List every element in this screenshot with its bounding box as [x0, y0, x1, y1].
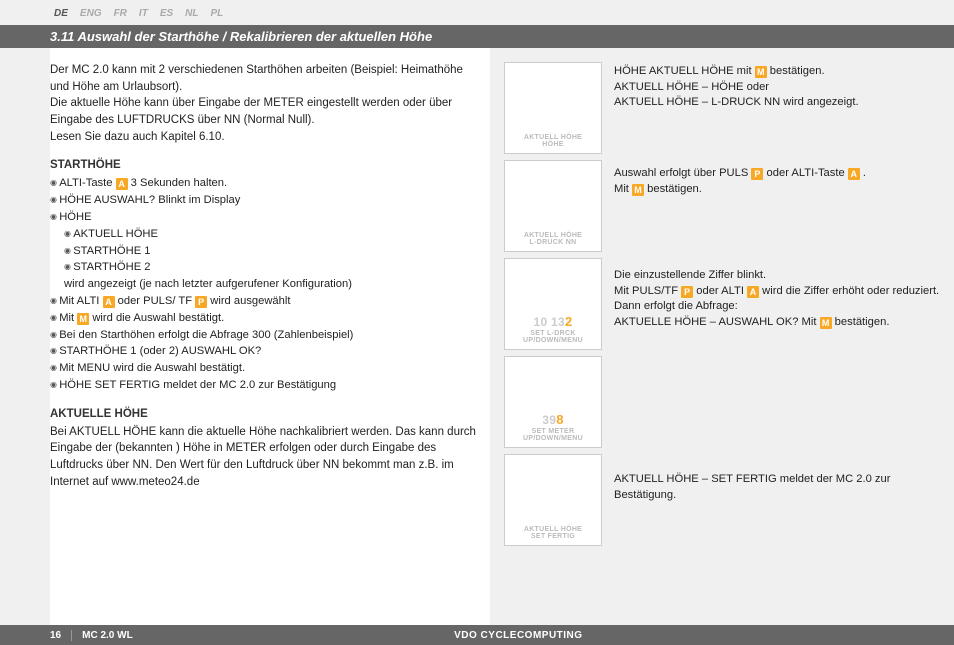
alti-key-icon: A — [116, 178, 128, 190]
lang-de[interactable]: DE — [50, 6, 72, 21]
lang-it[interactable]: IT — [135, 6, 152, 21]
puls-key-icon: P — [681, 286, 693, 298]
page-number: 16 — [50, 630, 72, 641]
section-title: 3.11 Auswahl der Starthöhe / Rekalibrier… — [0, 25, 954, 48]
language-bar: DE ENG FR IT ES NL PL — [0, 0, 954, 25]
subhead-starthoehe: STARTHÖHE — [50, 159, 476, 171]
device-screens-column: AKTUELL HÖHE HÖHE AKTUELL HÖHE L-DRUCK N… — [504, 62, 602, 546]
puls-key-icon: P — [751, 168, 763, 180]
device-screen: AKTUELL HÖHE L-DRUCK NN — [504, 160, 602, 252]
menu-key-icon: M — [820, 317, 832, 329]
lang-nl[interactable]: NL — [181, 6, 202, 21]
menu-key-icon: M — [77, 313, 89, 325]
lang-eng[interactable]: ENG — [76, 6, 106, 21]
instruction-notes: HÖHE AKTUELL HÖHE mit M bestätigen. AKTU… — [614, 62, 940, 564]
alti-key-icon: A — [747, 286, 759, 298]
device-screen: AKTUELL HÖHE SET FERTIG — [504, 454, 602, 546]
alti-key-icon: A — [103, 296, 115, 308]
brand-name: VDO CYCLECOMPUTING — [133, 630, 904, 641]
device-screen: 10 132 SET L-DRCK UP/DOWN/MENU — [504, 258, 602, 350]
menu-key-icon: M — [632, 184, 644, 196]
alti-key-icon: A — [848, 168, 860, 180]
intro-text: Der MC 2.0 kann mit 2 verschiedenen Star… — [50, 62, 476, 145]
page-footer: 16 MC 2.0 WL VDO CYCLECOMPUTING — [0, 625, 954, 645]
lang-pl[interactable]: PL — [207, 6, 228, 21]
lang-fr[interactable]: FR — [110, 6, 131, 21]
lang-es[interactable]: ES — [156, 6, 177, 21]
bullet-list-starthoehe: ALTI-Taste A 3 Sekunden halten. HÖHE AUS… — [50, 175, 476, 393]
device-screen: 398 SET METER UP/DOWN/MENU — [504, 356, 602, 448]
aktuelle-hoehe-text: Bei AKTUELL HÖHE kann die aktuelle Höhe … — [50, 424, 476, 491]
puls-key-icon: P — [195, 296, 207, 308]
subhead-aktuelle-hoehe: AKTUELLE HÖHE — [50, 408, 476, 420]
device-screen: AKTUELL HÖHE HÖHE — [504, 62, 602, 154]
model-name: MC 2.0 WL — [82, 630, 133, 641]
menu-key-icon: M — [755, 66, 767, 78]
